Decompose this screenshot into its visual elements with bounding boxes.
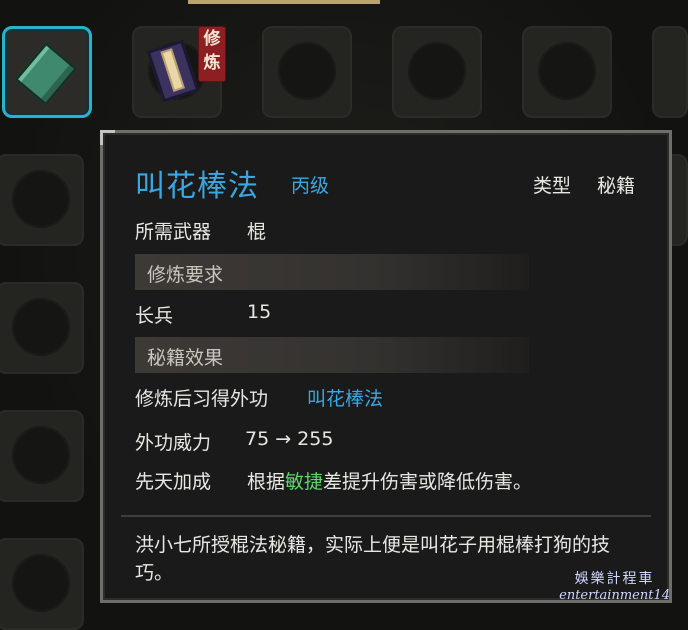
- learn-label: 修炼后习得外功: [135, 388, 269, 410]
- active-tab-indicator: [188, 0, 380, 4]
- innate-stat: 敏捷: [285, 471, 324, 493]
- inventory-slot-1[interactable]: [2, 26, 92, 118]
- badge-text: 修 炼: [203, 29, 221, 73]
- effect-section-header: 秘籍效果: [135, 337, 529, 373]
- inventory-slot-8[interactable]: [0, 282, 84, 374]
- watermark-cn: 娛樂計程車: [574, 571, 655, 587]
- weapon-value: 棍: [247, 221, 267, 243]
- requirement-section-header: 修炼要求: [135, 254, 529, 290]
- watermark-en: entertainment14: [559, 588, 670, 603]
- innate-suffix: 差提升伤害或降低伤害。: [323, 471, 533, 493]
- innate-description: 根据敏捷差提升伤害或降低伤害。: [247, 467, 532, 494]
- cultivation-badge: 修 炼: [198, 26, 226, 82]
- item-title: 叫花棒法: [135, 169, 259, 204]
- section-divider: [121, 515, 651, 517]
- inventory-slot-4[interactable]: [392, 26, 482, 118]
- requirement-value: 15: [247, 301, 272, 323]
- slot-socket: [12, 554, 70, 612]
- type-value: 秘籍: [597, 175, 636, 197]
- innate-prefix: 根据: [247, 471, 286, 493]
- innate-label: 先天加成: [135, 471, 212, 493]
- requirement-header-text: 修炼要求: [147, 264, 224, 286]
- watermark: 娛樂計程車 entertainment14: [559, 568, 670, 603]
- effect-header-text: 秘籍效果: [147, 347, 224, 369]
- learned-skill-link[interactable]: 叫花棒法: [307, 384, 383, 411]
- power-label: 外功威力: [135, 432, 212, 454]
- item-grade: 丙级: [291, 175, 330, 197]
- inventory-slot-5[interactable]: [522, 26, 612, 118]
- inventory-slot-6[interactable]: [652, 26, 688, 118]
- slot-socket: [538, 42, 596, 100]
- slot-socket: [12, 298, 70, 356]
- requirement-label: 长兵: [135, 305, 174, 327]
- type-label: 类型: [533, 175, 572, 197]
- power-value: 75 → 255: [245, 428, 334, 450]
- slot-socket: [12, 170, 70, 228]
- item-tooltip: 叫花棒法 丙级 类型 秘籍 所需武器 棍 修炼要求 长兵 15 秘籍效果 修炼后…: [100, 130, 672, 603]
- slot-socket: [408, 42, 466, 100]
- green-book-icon: [13, 41, 79, 107]
- slot-socket: [12, 426, 70, 484]
- inventory-slot-9[interactable]: [0, 410, 84, 502]
- inventory-slot-3[interactable]: [262, 26, 352, 118]
- slot-socket: [278, 42, 336, 100]
- inventory-slot-10[interactable]: [0, 538, 84, 630]
- inventory-slot-2[interactable]: 修 炼: [132, 26, 226, 118]
- weapon-label: 所需武器: [135, 221, 212, 243]
- inventory-slot-7[interactable]: [0, 154, 84, 246]
